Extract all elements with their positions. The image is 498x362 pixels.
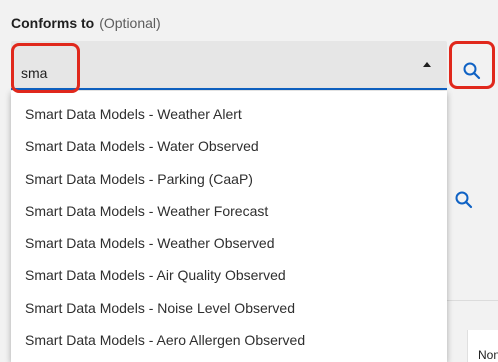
conforms-to-label: Conforms to (Optional) bbox=[11, 14, 161, 32]
dropdown-option[interactable]: Smart Data Models - Water Observed bbox=[11, 130, 447, 162]
dropdown-option[interactable]: Smart Data Models - Noise Level Observed bbox=[11, 292, 447, 324]
search-icon bbox=[463, 62, 481, 80]
dropdown-option[interactable]: Smart Data Models - Aero Allergen Observ… bbox=[11, 324, 447, 356]
dropdown-option[interactable]: Smart Data Models - Parking (CaaP) bbox=[11, 163, 447, 195]
search-button[interactable] bbox=[460, 59, 484, 83]
conforms-to-combobox[interactable] bbox=[11, 41, 447, 90]
dropdown-option[interactable]: Smart Data Models - Weather Forecast bbox=[11, 195, 447, 227]
background-card-text: Non bbox=[478, 348, 498, 362]
conforms-to-dropdown: Smart Data Models - Weather Alert Smart … bbox=[11, 91, 447, 362]
search-icon bbox=[455, 191, 473, 209]
field-optional-text: (Optional) bbox=[99, 15, 161, 31]
dropdown-option[interactable]: Smart Data Models - Air Quality Observed bbox=[11, 259, 447, 291]
dropdown-option[interactable]: Smart Data Models - Weather Observed bbox=[11, 227, 447, 259]
search-button-secondary[interactable] bbox=[452, 188, 476, 212]
dropdown-option[interactable]: Smart Data Models - Weather Alert bbox=[11, 98, 447, 130]
panel-divider bbox=[447, 300, 498, 301]
conforms-to-input[interactable] bbox=[21, 63, 401, 83]
caret-up-icon[interactable] bbox=[423, 62, 431, 67]
field-label-text: Conforms to bbox=[11, 15, 95, 31]
